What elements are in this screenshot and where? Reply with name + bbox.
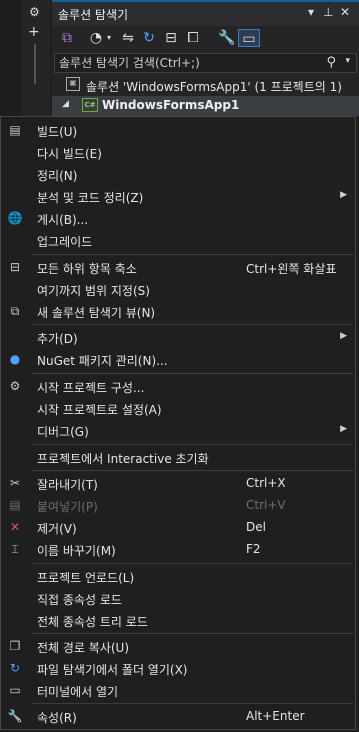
menu-separator: [31, 563, 353, 564]
menu-separator: [31, 254, 353, 255]
properties-wrench-icon[interactable]: 🔧: [218, 29, 236, 47]
collapse-all-icon[interactable]: ⊟: [162, 29, 180, 47]
menu-separator: [31, 444, 353, 445]
tree-item-solution[interactable]: ▣ 솔루션 'WindowsFormsApp1' (1 프로젝트의 1): [52, 76, 359, 96]
tree-item-project[interactable]: ◢ C# WindowsFormsApp1: [52, 96, 359, 116]
solution-icon: ▣: [66, 77, 80, 91]
search-icon[interactable]: ⚲: [326, 55, 336, 70]
history-icon[interactable]: ◔: [88, 29, 104, 47]
csharp-project-icon: C#: [82, 98, 98, 112]
panel-toolbar: ⧉ ◔ ▾ ⇋ ↻ ⊟ ⧠ 🔧 ▭: [52, 26, 359, 52]
menu-item-collapse-all[interactable]: ⊟ 모든 하위 항목 축소 Ctrl+왼쪽 화살표: [1, 256, 355, 278]
menu-item-scope-to-this[interactable]: 여기까지 범위 지정(S): [1, 278, 355, 300]
menu-item-analyze[interactable]: 분석 및 코드 정리(Z) ▶: [1, 185, 355, 207]
context-menu: ▤ 빌드(U) 다시 빌드(E) 정리(N) 분석 및 코드 정리(Z) ▶ 🌐…: [0, 116, 356, 730]
menu-item-upgrade[interactable]: 업그레이드: [1, 229, 355, 251]
solution-label: 솔루션 'WindowsFormsApp1' (1 프로젝트의 1): [86, 80, 342, 94]
menu-item-configure-startup[interactable]: ⚙ 시작 프로젝트 구성...: [1, 375, 355, 397]
menu-item-rename[interactable]: ⌶ 이름 바꾸기(M) F2: [1, 538, 355, 560]
menu-item-copy-full-path[interactable]: ❐ 전체 경로 복사(U): [1, 635, 355, 657]
dropdown-icon[interactable]: ▾: [308, 5, 314, 19]
menu-item-unload-project[interactable]: 프로젝트 언로드(L): [1, 565, 355, 587]
submenu-arrow-icon: ▶: [340, 331, 347, 341]
menu-separator: [31, 373, 353, 374]
menu-item-debug[interactable]: 디버그(G) ▶: [1, 419, 355, 441]
paste-icon: ▤: [9, 498, 21, 512]
menu-separator: [31, 324, 353, 325]
history-dropdown-icon[interactable]: ▾: [104, 29, 114, 47]
menu-item-rebuild[interactable]: 다시 빌드(E): [1, 141, 355, 163]
menu-item-open-in-explorer[interactable]: ↻ 파일 탐색기에서 폴더 열기(X): [1, 657, 355, 679]
menu-separator: [31, 703, 353, 704]
menu-item-load-direct-deps[interactable]: 직접 종속성 로드: [1, 587, 355, 609]
menu-item-add[interactable]: 추가(D) ▶: [1, 326, 355, 348]
panel-title: 솔루션 탐색기: [58, 8, 129, 22]
menu-item-build[interactable]: ▤ 빌드(U): [1, 119, 355, 141]
search-box[interactable]: ⚲ ▾: [54, 53, 357, 73]
menu-item-nuget[interactable]: ● NuGet 패키지 관리(N)...: [1, 348, 355, 370]
sync-icon[interactable]: ⇋: [120, 29, 136, 47]
menu-separator: [31, 470, 353, 471]
menu-item-clean[interactable]: 정리(N): [1, 163, 355, 185]
submenu-arrow-icon: ▶: [340, 190, 347, 200]
close-icon[interactable]: ✕: [340, 5, 350, 19]
settings-gear-icon[interactable]: ⚙: [29, 5, 40, 19]
add-split-icon[interactable]: +: [28, 24, 40, 40]
expand-arrow-icon[interactable]: ◢: [62, 99, 69, 109]
show-all-files-icon[interactable]: ⧠: [184, 29, 202, 47]
menu-item-publish[interactable]: 🌐 게시(B)...: [1, 207, 355, 229]
pin-icon[interactable]: ⊥: [323, 5, 333, 19]
menu-item-cut[interactable]: ✂ 잘라내기(T) Ctrl+X: [1, 472, 355, 494]
preview-selected-icon[interactable]: ▭: [238, 29, 260, 47]
rename-icon: ⌶: [11, 542, 19, 556]
search-options-dropdown-icon[interactable]: ▾: [345, 56, 350, 66]
build-icon: ▤: [9, 123, 21, 137]
globe-icon: 🌐: [7, 211, 23, 225]
menu-item-load-dep-tree[interactable]: 전체 종속성 트리 로드: [1, 609, 355, 631]
nuget-icon: ●: [9, 352, 21, 366]
terminal-icon: ▭: [9, 683, 21, 697]
folder-refresh-icon: ↻: [9, 661, 21, 675]
wrench-icon: 🔧: [7, 709, 23, 723]
delete-icon: ✕: [9, 520, 21, 534]
vs-switch-views-icon[interactable]: ⧉: [58, 29, 76, 47]
refresh-icon[interactable]: ↻: [140, 29, 158, 47]
menu-item-interactive-init[interactable]: 프로젝트에서 Interactive 초기화: [1, 446, 355, 468]
project-label: WindowsFormsApp1: [102, 98, 240, 112]
menu-item-paste[interactable]: ▤ 붙여넣기(P) Ctrl+V: [1, 494, 355, 516]
solution-explorer-panel: 솔루션 탐색기 ▾ ⊥ ✕ ⧉ ◔ ▾ ⇋ ↻ ⊟ ⧠ 🔧 ▭ ⚲ ▾ ▣ 솔루…: [52, 0, 359, 116]
panel-titlebar: 솔루션 탐색기 ▾ ⊥ ✕: [52, 0, 359, 26]
menu-item-open-terminal[interactable]: ▭ 터미널에서 열기: [1, 679, 355, 701]
search-input[interactable]: [59, 55, 319, 71]
new-view-icon: ⧉: [10, 304, 20, 318]
collapse-icon: ⊟: [9, 260, 21, 274]
menu-item-set-startup[interactable]: 시작 프로젝트로 설정(A): [1, 397, 355, 419]
menu-item-remove[interactable]: ✕ 제거(V) Del: [1, 516, 355, 538]
menu-item-new-view[interactable]: ⧉ 새 솔루션 탐색기 뷰(N): [1, 300, 355, 322]
copy-icon: ❐: [9, 639, 21, 653]
side-tool-strip: ⚙ +: [22, 0, 50, 116]
scissors-icon: ✂: [9, 476, 21, 490]
menu-item-properties[interactable]: 🔧 속성(R) Alt+Enter: [1, 705, 355, 727]
menu-separator: [31, 633, 353, 634]
gear-icon: ⚙: [9, 379, 21, 393]
submenu-arrow-icon: ▶: [340, 424, 347, 434]
splitter-bar: [34, 44, 36, 84]
